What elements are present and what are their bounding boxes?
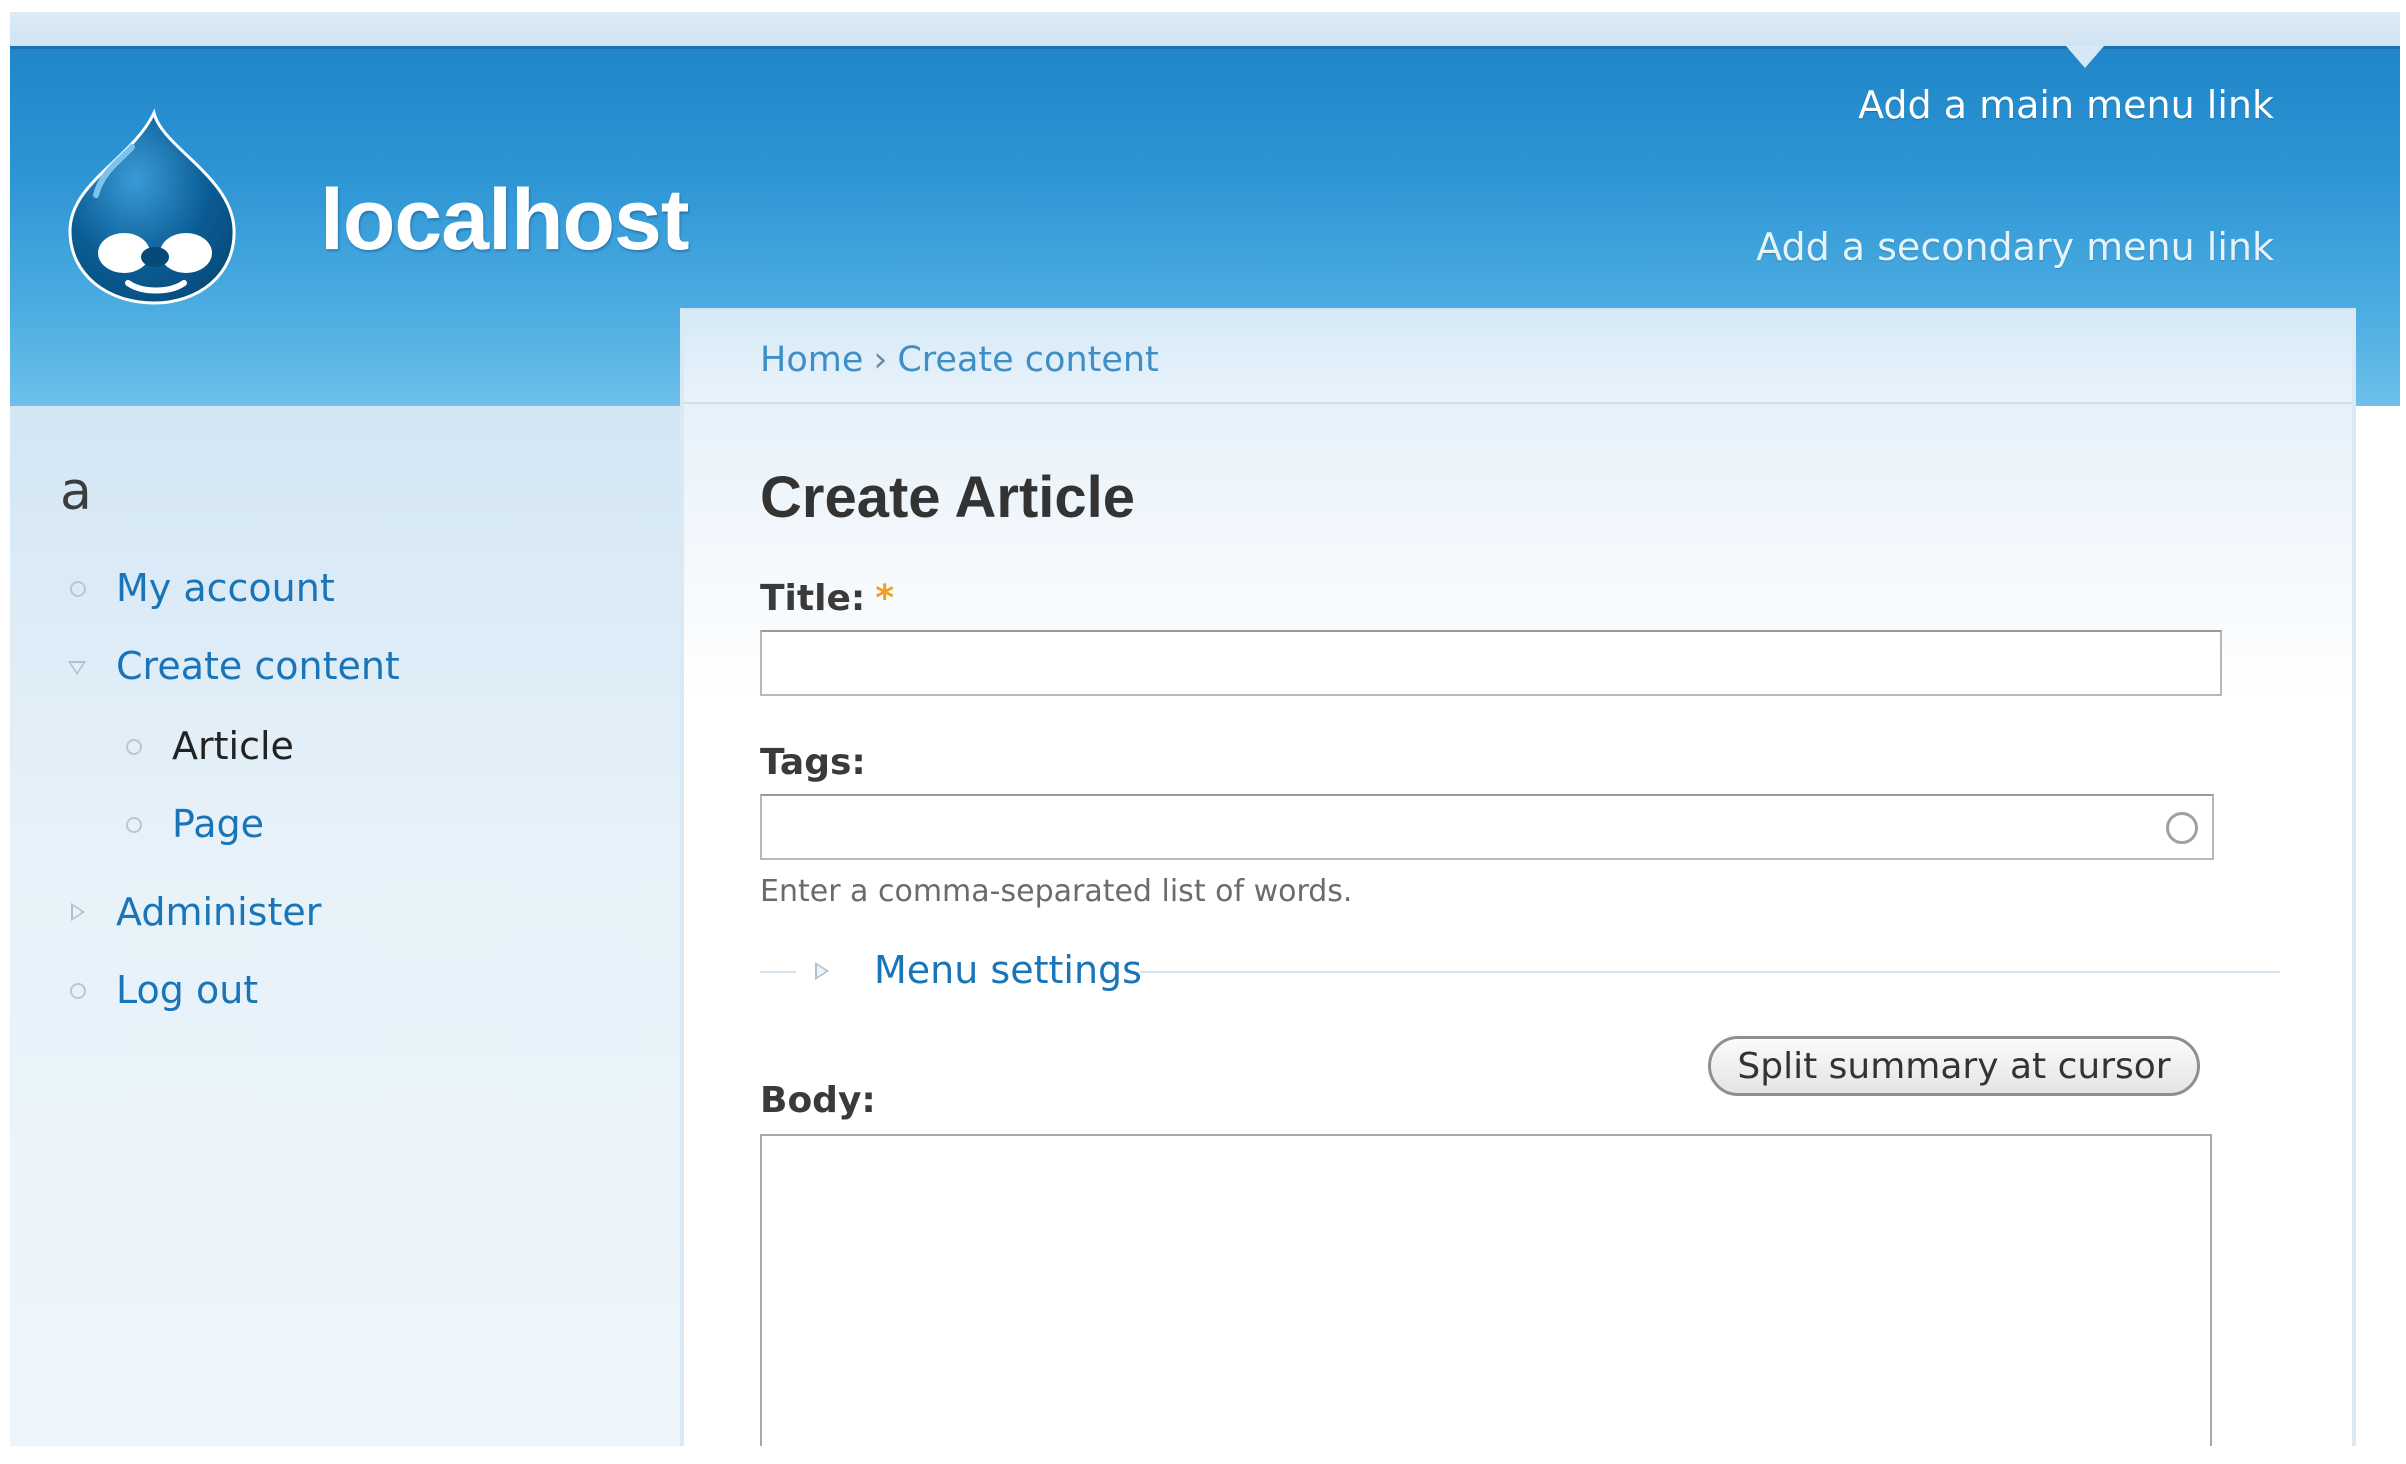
sidebar: a My account Create content Article Page… (10, 406, 685, 1464)
body-textarea[interactable] (760, 1134, 2212, 1464)
circle-bullet-icon (118, 809, 148, 839)
content-panel: Home › Create content Create Article Title… (680, 308, 2356, 1464)
sidebar-item-log-out[interactable]: Log out (62, 968, 258, 1012)
node-form: Create Article Title: * Tags: Enter a com… (684, 404, 2352, 1464)
fieldset-rule (760, 971, 796, 973)
page-title: Create Article (760, 465, 1136, 530)
sidebar-item-administer[interactable]: Administer (62, 890, 321, 934)
breadcrumb-home-link[interactable]: Home (760, 340, 863, 380)
bottom-edge (0, 1446, 2406, 1464)
breadcrumb-separator: › (873, 340, 888, 380)
split-summary-button[interactable]: Split summary at cursor (1708, 1036, 2200, 1096)
menu-settings-fieldset: Menu settings (760, 944, 2280, 1000)
circle-bullet-icon (118, 731, 148, 761)
drupal-logo-icon[interactable] (62, 107, 242, 307)
page: localhost Add a main menu link Add a sec… (0, 0, 2406, 1464)
autocomplete-throbber-icon (2166, 812, 2198, 844)
site-name[interactable]: localhost (320, 171, 690, 270)
breadcrumb: Home › Create content (760, 340, 1159, 380)
add-secondary-menu-link[interactable]: Add a secondary menu link (1756, 225, 2274, 269)
required-marker: * (875, 578, 895, 619)
title-label: Title: * (760, 578, 894, 619)
triangle-right-icon[interactable] (62, 897, 92, 927)
top-strip (10, 12, 2400, 48)
sidebar-item-article[interactable]: Article (118, 724, 294, 768)
title-label-text: Title: (760, 578, 866, 619)
fieldset-rule (1140, 971, 2280, 973)
add-main-menu-link[interactable]: Add a main menu link (1858, 83, 2274, 127)
sidebar-item-label: Page (172, 802, 264, 846)
sidebar-item-label: Article (172, 724, 294, 768)
tags-label: Tags: (760, 742, 866, 783)
sidebar-item-label: Create content (116, 644, 400, 688)
sidebar-title: a (60, 462, 92, 522)
tags-description: Enter a comma-separated list of words. (760, 874, 1353, 909)
sidebar-item-label: Administer (116, 890, 322, 934)
sidebar-item-create-content[interactable]: Create content (62, 644, 400, 688)
triangle-down-icon[interactable] (62, 651, 92, 681)
body-label: Body: (760, 1080, 876, 1121)
menu-settings-toggle[interactable]: Menu settings (874, 948, 1142, 992)
breadcrumb-create-content-link[interactable]: Create content (897, 340, 1158, 380)
sidebar-item-my-account[interactable]: My account (62, 566, 335, 610)
sidebar-item-label: My account (116, 566, 335, 610)
breadcrumb-bar: Home › Create content (684, 310, 2352, 404)
tags-input[interactable] (760, 794, 2214, 860)
circle-bullet-icon (62, 573, 92, 603)
sidebar-item-page[interactable]: Page (118, 802, 264, 846)
menu-notch-icon (2066, 46, 2104, 68)
title-input[interactable] (760, 630, 2222, 696)
sidebar-item-label: Log out (116, 968, 259, 1012)
triangle-right-icon[interactable] (806, 956, 836, 986)
circle-bullet-icon (62, 975, 92, 1005)
